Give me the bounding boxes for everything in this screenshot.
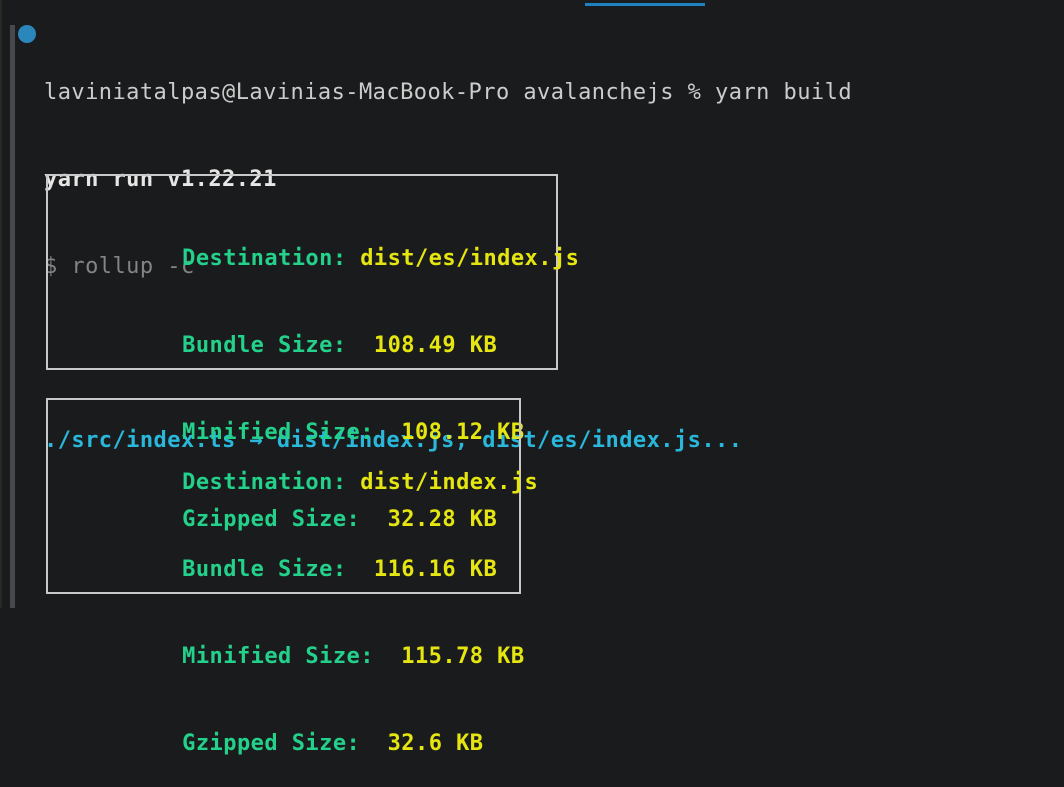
row-label: Gzipped Size: [182, 731, 360, 756]
filesize-box-main-bundle: Destination: dist/index.js Bundle Size: … [46, 398, 521, 594]
window-left-edge [0, 0, 2, 608]
row-value: dist/es/index.js [347, 246, 580, 271]
shell-prompt-line: laviniatalpas@Lavinias-MacBook-Pro avala… [44, 78, 852, 107]
filesize-row-gzipped-size: Gzipped Size: 32.6 KB [100, 700, 519, 787]
row-label: Destination: [182, 470, 346, 495]
row-label: Bundle Size: [182, 557, 346, 582]
filesize-row-bundle-size: Bundle Size: 108.49 KB [100, 302, 556, 389]
terminal-gutter-scrollbar[interactable] [10, 25, 15, 608]
filesize-row-destination: Destination: dist/es/index.js [100, 215, 556, 302]
row-label: Minified Size: [182, 644, 374, 669]
row-value: dist/index.js [347, 470, 539, 495]
filesize-row-destination: Destination: dist/index.js [100, 439, 519, 526]
active-tab-indicator[interactable] [585, 3, 705, 6]
filesize-box-es-bundle: Destination: dist/es/index.js Bundle Siz… [46, 174, 558, 370]
command-decoration-icon[interactable] [18, 25, 36, 43]
row-label: Bundle Size: [182, 333, 346, 358]
filesize-row-bundle-size: Bundle Size: 116.16 KB [100, 526, 519, 613]
row-value: 32.6 KB [360, 731, 483, 756]
row-value: 116.16 KB [347, 557, 498, 582]
filesize-row-minified-size: Minified Size: 115.78 KB [100, 613, 519, 700]
row-value: 108.49 KB [347, 333, 498, 358]
row-value: 115.78 KB [374, 644, 525, 669]
row-label: Destination: [182, 246, 346, 271]
